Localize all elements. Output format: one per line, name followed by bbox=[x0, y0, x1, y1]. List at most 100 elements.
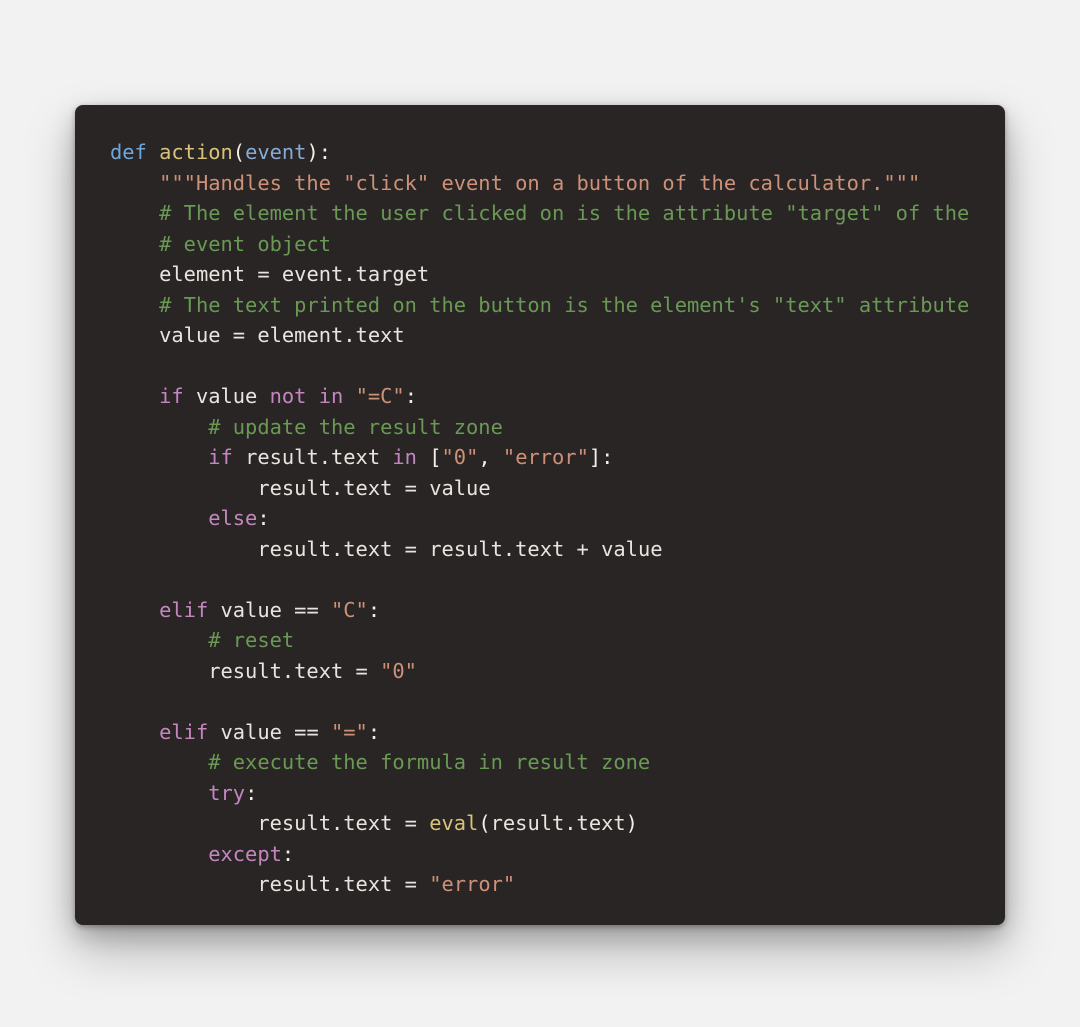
rbracket: ] bbox=[589, 445, 601, 469]
id-value: value bbox=[159, 323, 220, 347]
code-content: def action(event): """Handles the "click… bbox=[110, 137, 970, 900]
colon: : bbox=[319, 140, 331, 164]
id-result-text: result.text bbox=[245, 445, 380, 469]
indent bbox=[110, 445, 208, 469]
indent bbox=[110, 171, 159, 195]
string-error: "error" bbox=[503, 445, 589, 469]
id-result-text: result.text bbox=[208, 659, 343, 683]
assign: = bbox=[221, 323, 258, 347]
colon: : bbox=[405, 384, 417, 408]
assign: = bbox=[392, 476, 429, 500]
string-0: "0" bbox=[380, 659, 417, 683]
colon: : bbox=[257, 506, 269, 530]
id-element-text: element.text bbox=[257, 323, 404, 347]
indent bbox=[110, 750, 208, 774]
indent bbox=[110, 872, 257, 896]
rparen: ) bbox=[626, 811, 638, 835]
kw-try: try bbox=[208, 781, 245, 805]
colon: : bbox=[601, 445, 613, 469]
id-result-text: result.text bbox=[257, 811, 392, 835]
space bbox=[257, 384, 269, 408]
id-value: value bbox=[429, 476, 490, 500]
space bbox=[380, 445, 392, 469]
indent bbox=[110, 781, 208, 805]
colon: : bbox=[282, 842, 294, 866]
colon: : bbox=[368, 720, 380, 744]
comma: , bbox=[478, 445, 503, 469]
comment: # The text printed on the button is the … bbox=[159, 293, 969, 317]
lparen: ( bbox=[478, 811, 490, 835]
space bbox=[208, 598, 220, 622]
id-result-text: result.text bbox=[429, 537, 564, 561]
id-value: value bbox=[221, 598, 282, 622]
kw-elif: elif bbox=[159, 720, 208, 744]
indent bbox=[110, 323, 159, 347]
indent bbox=[110, 628, 208, 652]
id-result-text: result.text bbox=[491, 811, 626, 835]
assign: = bbox=[392, 811, 429, 835]
assign: = bbox=[245, 262, 282, 286]
page-stage: def action(event): """Handles the "click… bbox=[0, 0, 1080, 1027]
id-result-text: result.text bbox=[257, 872, 392, 896]
lparen: ( bbox=[233, 140, 245, 164]
assign: = bbox=[343, 659, 380, 683]
indent bbox=[110, 811, 257, 835]
indent bbox=[110, 537, 257, 561]
kw-except: except bbox=[208, 842, 282, 866]
indent bbox=[110, 293, 159, 317]
id-value: value bbox=[601, 537, 662, 561]
comment: # reset bbox=[208, 628, 294, 652]
string-0: "0" bbox=[442, 445, 479, 469]
indent bbox=[110, 720, 159, 744]
kw-in: in bbox=[392, 445, 417, 469]
space bbox=[343, 384, 355, 408]
space bbox=[233, 445, 245, 469]
comment: # event object bbox=[159, 232, 331, 256]
indent bbox=[110, 232, 159, 256]
kw-in: in bbox=[319, 384, 344, 408]
indent bbox=[110, 201, 159, 225]
assign: = bbox=[392, 537, 429, 561]
comment: # update the result zone bbox=[208, 415, 503, 439]
string-C: "C" bbox=[331, 598, 368, 622]
kw-if: if bbox=[159, 384, 184, 408]
comment: # The element the user clicked on is the… bbox=[159, 201, 969, 225]
assign: = bbox=[392, 872, 429, 896]
docstring: """Handles the "click" event on a button… bbox=[159, 171, 920, 195]
kw-not: not bbox=[270, 384, 307, 408]
indent bbox=[110, 659, 208, 683]
comment: # execute the formula in result zone bbox=[208, 750, 650, 774]
indent bbox=[110, 415, 208, 439]
indent bbox=[110, 842, 208, 866]
indent bbox=[110, 262, 159, 286]
kw-if: if bbox=[208, 445, 233, 469]
space bbox=[184, 384, 196, 408]
func-name: action bbox=[159, 140, 233, 164]
code-block: def action(event): """Handles the "click… bbox=[75, 105, 1005, 925]
eqeq: == bbox=[282, 720, 331, 744]
string-eqC: "=C" bbox=[356, 384, 405, 408]
kw-else: else bbox=[208, 506, 257, 530]
lbracket: [ bbox=[429, 445, 441, 469]
plus: + bbox=[564, 537, 601, 561]
indent bbox=[110, 476, 257, 500]
eqeq: == bbox=[282, 598, 331, 622]
kw-elif: elif bbox=[159, 598, 208, 622]
space bbox=[417, 445, 429, 469]
string-error: "error" bbox=[429, 872, 515, 896]
indent bbox=[110, 506, 208, 530]
param-event: event bbox=[245, 140, 306, 164]
id-value: value bbox=[196, 384, 257, 408]
fn-eval: eval bbox=[429, 811, 478, 835]
colon: : bbox=[368, 598, 380, 622]
space bbox=[147, 140, 159, 164]
space bbox=[306, 384, 318, 408]
space bbox=[208, 720, 220, 744]
id-result-text: result.text bbox=[257, 476, 392, 500]
indent bbox=[110, 598, 159, 622]
indent bbox=[110, 384, 159, 408]
colon: : bbox=[245, 781, 257, 805]
id-result-text: result.text bbox=[257, 537, 392, 561]
string-eq: "=" bbox=[331, 720, 368, 744]
id-value: value bbox=[221, 720, 282, 744]
